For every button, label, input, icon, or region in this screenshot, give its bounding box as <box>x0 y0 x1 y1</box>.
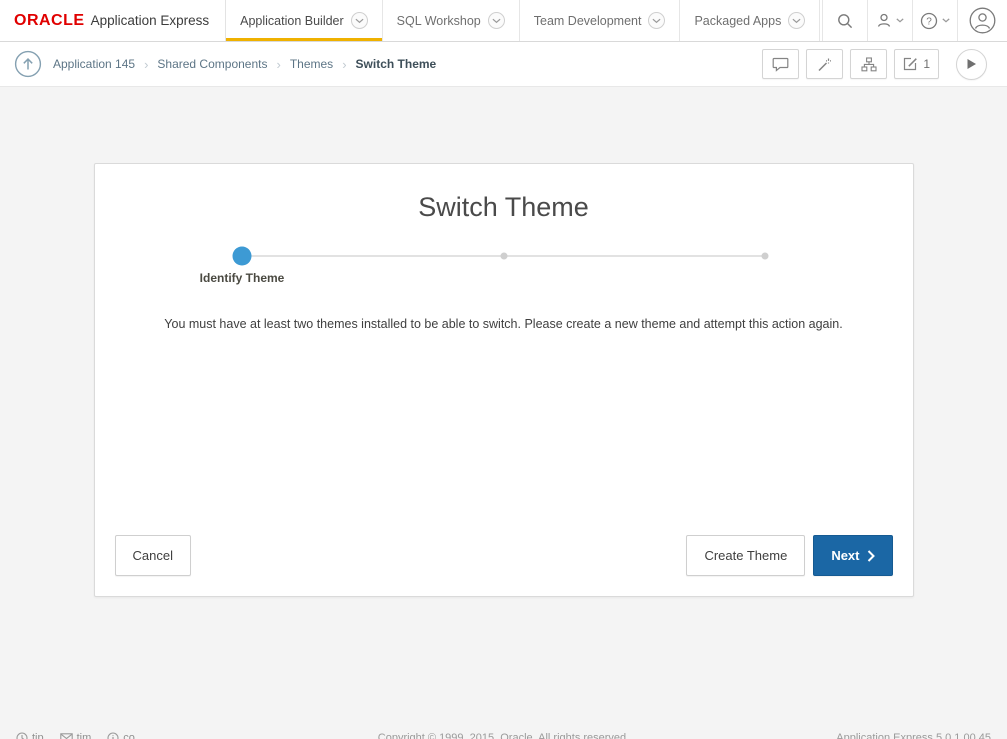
up-level-button[interactable] <box>14 50 42 78</box>
speech-bubble-icon <box>772 57 789 72</box>
chevron-down-icon <box>896 18 904 23</box>
help-icon: ? <box>920 12 938 30</box>
arrow-up-icon <box>14 50 42 78</box>
chevron-down-icon[interactable] <box>648 12 665 29</box>
tab-label: Application Builder <box>240 14 344 28</box>
play-icon <box>966 58 977 70</box>
cancel-button[interactable]: Cancel <box>115 535 191 576</box>
page-toolbar: 1 <box>762 49 993 80</box>
apex-page: ORACLE Application Express Application B… <box>0 0 1007 739</box>
footer-link-2[interactable]: tim <box>60 732 92 739</box>
chevron-down-icon[interactable] <box>351 12 368 29</box>
create-theme-button[interactable]: Create Theme <box>686 535 805 576</box>
product-name: Application Express <box>91 13 210 28</box>
chevron-down-icon[interactable] <box>788 12 805 29</box>
breadcrumb-separator: › <box>144 57 148 72</box>
search-button[interactable] <box>822 0 867 41</box>
chevron-down-icon <box>942 18 950 23</box>
admin-user-icon <box>876 13 892 28</box>
wizard-message: You must have at least two themes instal… <box>95 317 913 331</box>
progress-step-2 <box>500 253 507 260</box>
breadcrumb-separator: › <box>342 57 346 72</box>
breadcrumb-shared-components[interactable]: Shared Components <box>157 57 267 71</box>
breadcrumb-application[interactable]: Application 145 <box>53 57 135 71</box>
switch-theme-wizard: Switch Theme Identify Theme You must hav… <box>94 163 914 597</box>
run-application-button[interactable] <box>956 49 987 80</box>
oracle-logo: ORACLE <box>14 12 85 30</box>
top-header: ORACLE Application Express Application B… <box>0 0 1007 42</box>
tab-label: Team Development <box>534 14 642 28</box>
tab-label: SQL Workshop <box>397 14 481 28</box>
edit-page-number: 1 <box>923 57 930 71</box>
footer-link-label: tip <box>32 732 44 739</box>
hierarchy-icon <box>861 57 877 72</box>
breadcrumb-bar: Application 145 › Shared Components › Th… <box>0 42 1007 87</box>
active-tab-indicator <box>226 38 382 41</box>
edit-pencil-icon <box>903 57 918 72</box>
breadcrumb: Application 145 › Shared Components › Th… <box>53 57 436 72</box>
progress-step-3 <box>762 253 769 260</box>
administration-menu-button[interactable] <box>867 0 912 41</box>
next-button-label: Next <box>831 548 859 563</box>
edit-page-button[interactable]: 1 <box>894 49 939 79</box>
wizard-actions: Cancel Create Theme Next <box>115 535 893 576</box>
footer-link-1[interactable]: tip <box>16 732 44 739</box>
help-menu-button[interactable]: ? <box>912 0 957 41</box>
current-step-label: Identify Theme <box>200 271 285 285</box>
breadcrumb-themes[interactable]: Themes <box>290 57 333 71</box>
progress-step-1-current <box>233 247 252 266</box>
next-button[interactable]: Next <box>813 535 892 576</box>
footer-link-label: co <box>123 732 135 739</box>
footer-link-3[interactable]: co <box>107 732 135 739</box>
shared-components-button[interactable] <box>850 49 887 79</box>
account-menu-button[interactable] <box>957 0 1007 41</box>
footer-links: tip tim co <box>16 732 135 739</box>
footer-link-label: tim <box>77 732 92 739</box>
brand: ORACLE Application Express <box>0 0 226 41</box>
wand-icon <box>817 57 832 72</box>
account-icon <box>969 7 996 34</box>
wizard-progress: Identify Theme <box>242 247 765 265</box>
header-actions: ? <box>822 0 1007 41</box>
svg-text:?: ? <box>926 16 932 27</box>
copyright-text: Copyright © 1999, 2015, Oracle. All righ… <box>378 732 629 739</box>
page-footer: tip tim co Copyright © 1999, 2015, Oracl… <box>0 730 1007 739</box>
feedback-button[interactable] <box>762 49 799 79</box>
tab-team-development[interactable]: Team Development <box>520 0 681 41</box>
breadcrumb-separator: › <box>276 57 280 72</box>
tab-sql-workshop[interactable]: SQL Workshop <box>383 0 520 41</box>
mail-icon <box>60 733 73 739</box>
version-text: Application Express 5.0.1.00.45 <box>836 732 991 739</box>
breadcrumb-current: Switch Theme <box>356 57 437 71</box>
tab-label: Packaged Apps <box>694 14 781 28</box>
tab-packaged-apps[interactable]: Packaged Apps <box>680 0 820 41</box>
chevron-right-icon <box>867 550 875 562</box>
info-icon <box>107 732 119 739</box>
wizard-title: Switch Theme <box>95 192 913 223</box>
search-icon <box>837 13 853 29</box>
shortcuts-button[interactable] <box>806 49 843 79</box>
clock-icon <box>16 732 28 739</box>
tab-application-builder[interactable]: Application Builder <box>226 0 383 41</box>
chevron-down-icon[interactable] <box>488 12 505 29</box>
